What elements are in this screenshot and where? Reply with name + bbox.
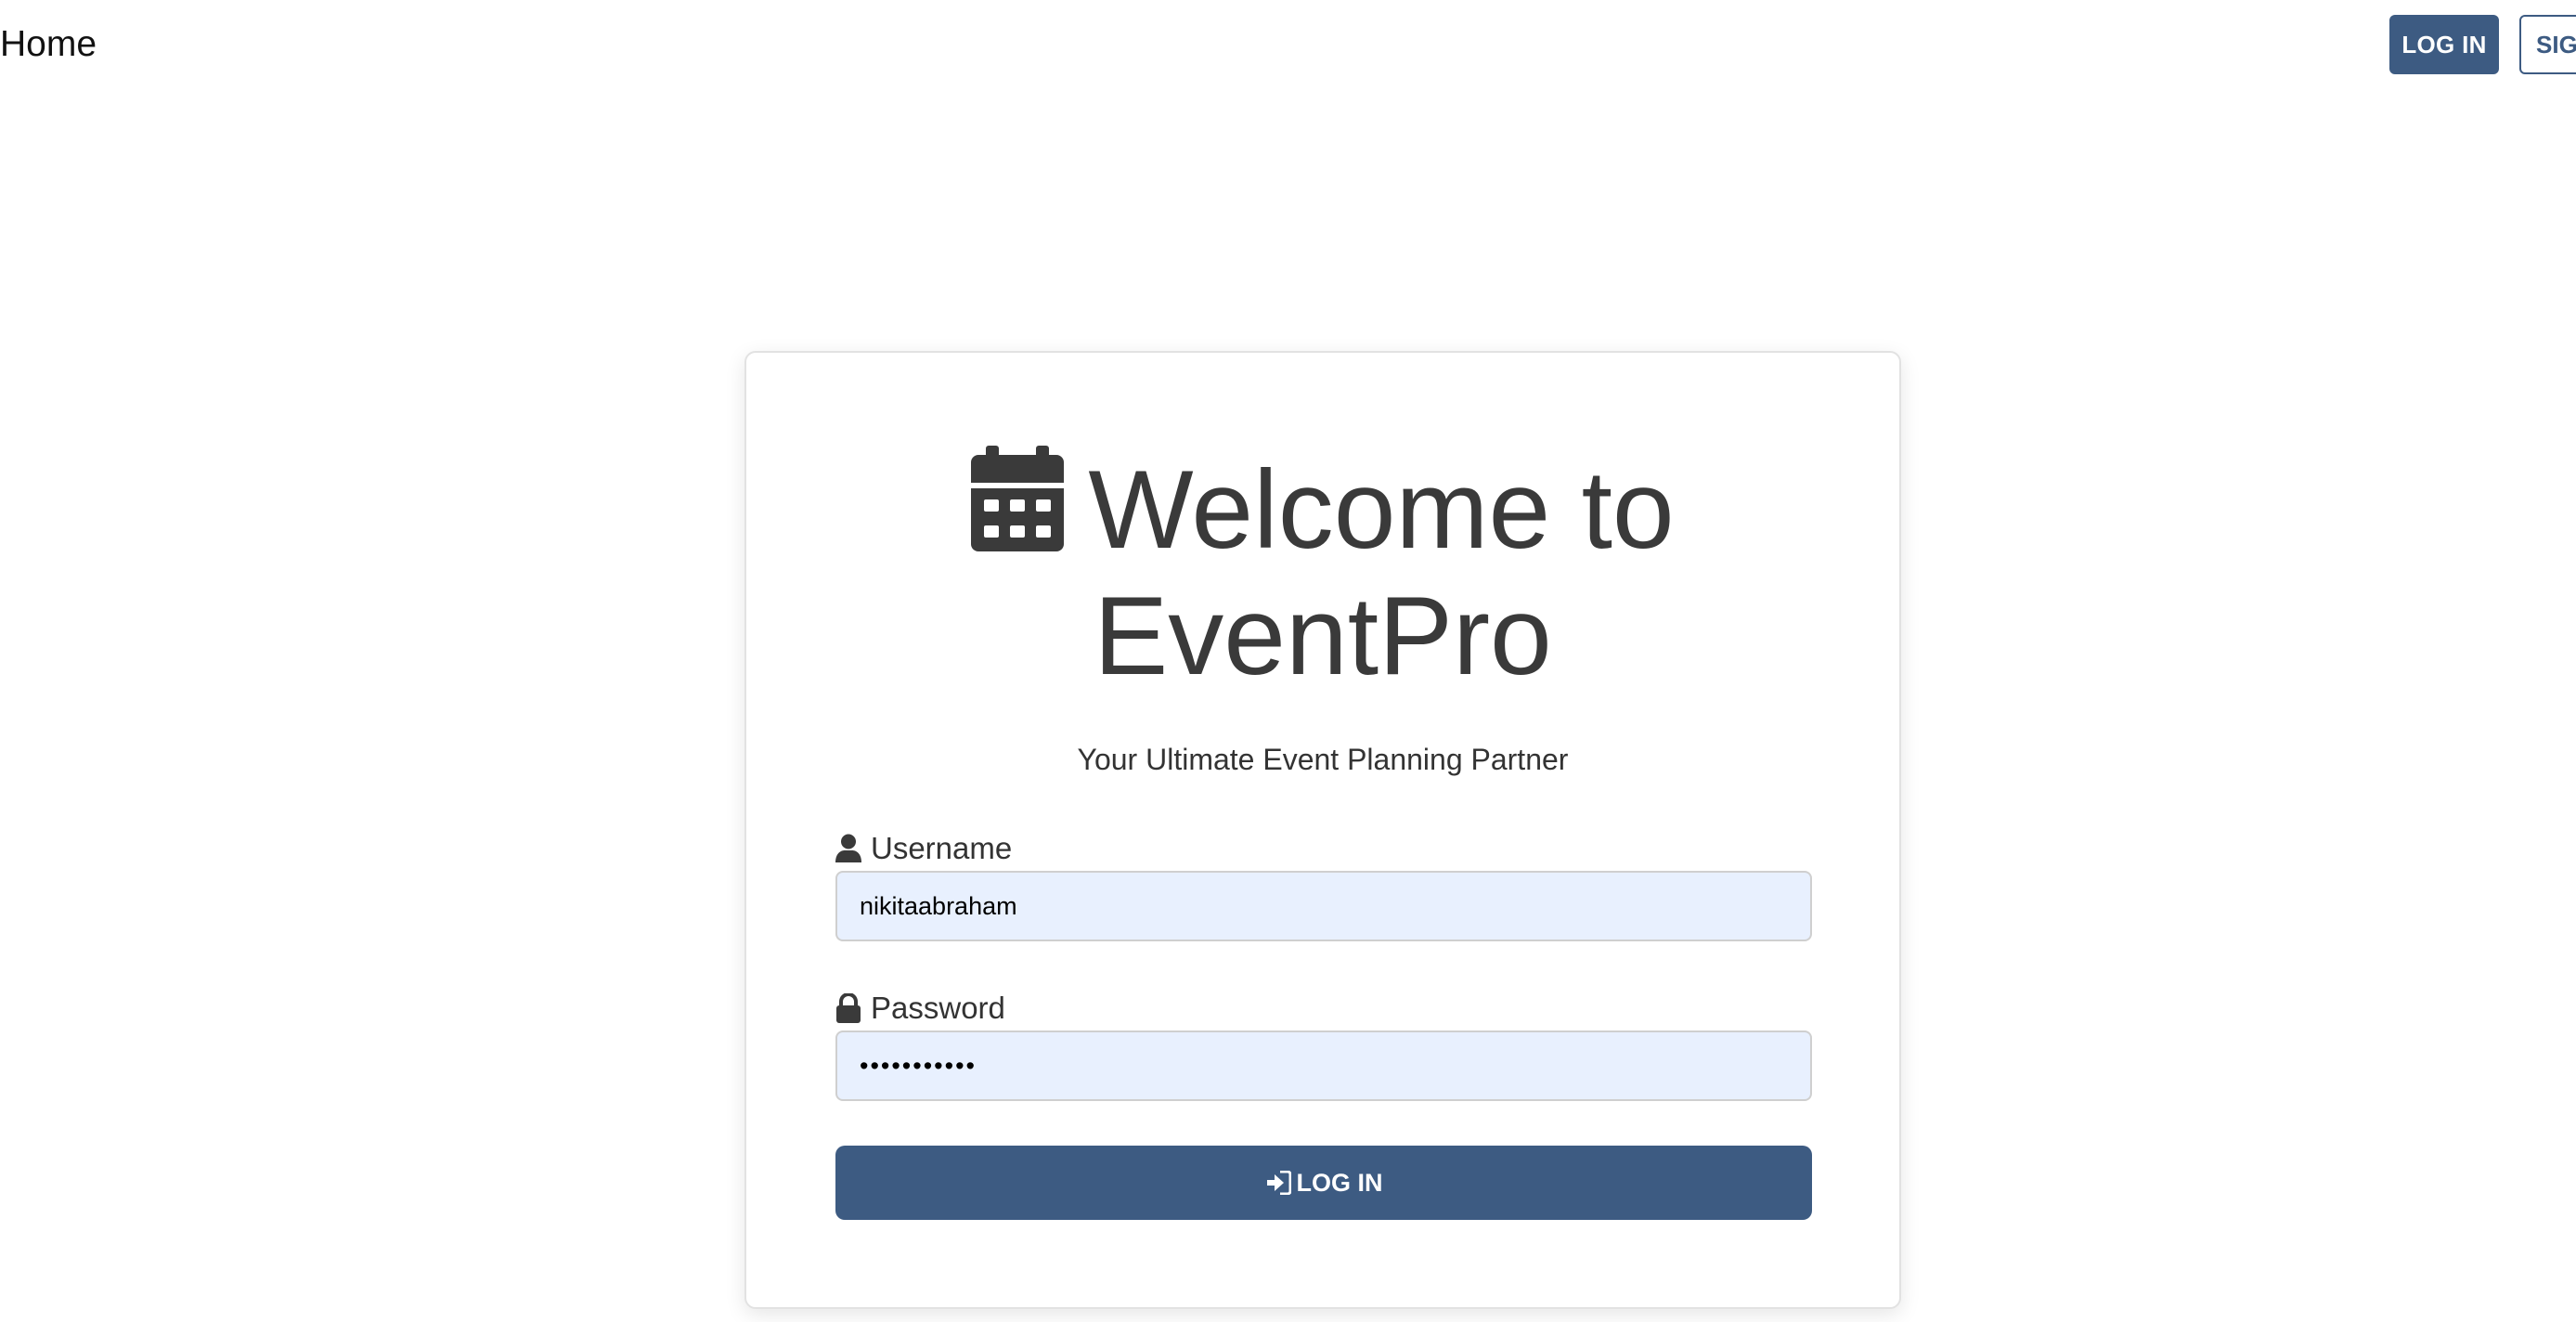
nav-login-button[interactable]: LOG IN <box>2389 15 2499 74</box>
username-label-text: Username <box>871 831 1013 865</box>
username-input[interactable] <box>835 871 1812 941</box>
login-submit-label: LOG IN <box>1296 1168 1383 1197</box>
subtitle: Your Ultimate Event Planning Partner <box>1077 743 1569 776</box>
password-input[interactable] <box>835 1030 1812 1101</box>
title-line-1: Welcome to <box>1088 447 1675 572</box>
login-card: Welcome to EventPro Your Ultimate Event … <box>744 351 1901 1309</box>
user-icon <box>835 834 861 863</box>
nav-home-link[interactable]: Home <box>0 20 97 69</box>
username-label: Username <box>835 830 1012 867</box>
page-title: Welcome to EventPro <box>746 446 1899 699</box>
nav-signup-button[interactable]: SIG <box>2519 15 2576 74</box>
lock-icon <box>835 993 861 1023</box>
password-label-text: Password <box>871 991 1005 1025</box>
password-label: Password <box>835 990 1005 1027</box>
calendar-icon <box>971 446 1065 551</box>
title-line-2: EventPro <box>1094 574 1552 698</box>
login-submit-button[interactable]: LOG IN <box>835 1146 1812 1220</box>
sign-in-icon <box>1265 1171 1291 1195</box>
